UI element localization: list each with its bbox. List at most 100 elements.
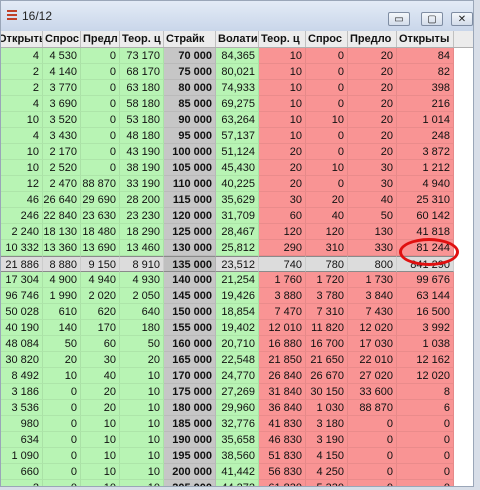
put-theor-price-cell[interactable]: 30 xyxy=(259,192,306,208)
volatility-cell[interactable]: 22,548 xyxy=(216,352,259,368)
put-ask-cell[interactable]: 1 730 xyxy=(348,272,397,288)
call-ask-cell[interactable]: 88 870 xyxy=(81,176,120,192)
call-open-interest-cell[interactable]: 2 xyxy=(1,64,43,80)
volatility-cell[interactable]: 51,124 xyxy=(216,144,259,160)
column-header-call-open-interest[interactable]: Открыты xyxy=(1,31,43,47)
volatility-cell[interactable]: 32,776 xyxy=(216,416,259,432)
put-open-interest-cell[interactable]: 3 992 xyxy=(397,320,454,336)
call-open-interest-cell[interactable]: 2 xyxy=(1,80,43,96)
call-theor-price-cell[interactable]: 28 200 xyxy=(120,192,164,208)
volatility-cell[interactable]: 20,710 xyxy=(216,336,259,352)
put-ask-cell[interactable]: 20 xyxy=(348,96,397,112)
put-bid-cell[interactable]: 4 150 xyxy=(306,448,348,464)
put-ask-cell[interactable]: 27 020 xyxy=(348,368,397,384)
put-open-interest-cell[interactable]: 99 676 xyxy=(397,272,454,288)
call-theor-price-cell[interactable]: 10 xyxy=(120,368,164,384)
column-header-put-bid[interactable]: Спрос xyxy=(306,31,348,47)
put-bid-cell[interactable]: 40 xyxy=(306,208,348,224)
call-ask-cell[interactable]: 2 020 xyxy=(81,288,120,304)
volatility-cell[interactable]: 74,933 xyxy=(216,80,259,96)
call-bid-cell[interactable]: 3 690 xyxy=(43,96,81,112)
put-open-interest-cell[interactable]: 0 xyxy=(397,448,454,464)
put-bid-cell[interactable]: 1 720 xyxy=(306,272,348,288)
table-row[interactable]: 43 430 0 48 180 95 000 57,137 10 0 20 248 xyxy=(1,128,473,144)
strike-cell[interactable]: 90 000 xyxy=(164,112,216,128)
put-open-interest-cell[interactable]: 63 144 xyxy=(397,288,454,304)
put-bid-cell[interactable]: 0 xyxy=(306,80,348,96)
strike-cell[interactable]: 75 000 xyxy=(164,64,216,80)
put-theor-price-cell[interactable]: 56 830 xyxy=(259,464,306,480)
strike-cell[interactable]: 100 000 xyxy=(164,144,216,160)
call-theor-price-cell[interactable]: 48 180 xyxy=(120,128,164,144)
put-open-interest-cell[interactable]: 3 872 xyxy=(397,144,454,160)
table-row[interactable]: 30 820 20 30 20 165 000 22,548 21 850 21 650 22 … xyxy=(1,352,473,368)
call-bid-cell[interactable]: 4 900 xyxy=(43,272,81,288)
put-bid-cell[interactable]: 4 250 xyxy=(306,464,348,480)
call-ask-cell[interactable]: 30 xyxy=(81,352,120,368)
volatility-cell[interactable]: 84,365 xyxy=(216,48,259,64)
put-ask-cell[interactable]: 0 xyxy=(348,416,397,432)
call-bid-cell[interactable]: 0 xyxy=(43,448,81,464)
call-ask-cell[interactable]: 9 150 xyxy=(81,256,120,272)
put-bid-cell[interactable]: 21 650 xyxy=(306,352,348,368)
volatility-cell[interactable]: 44,272 xyxy=(216,480,259,486)
put-bid-cell[interactable]: 0 xyxy=(306,96,348,112)
put-ask-cell[interactable]: 0 xyxy=(348,464,397,480)
column-header-strike[interactable]: Страйк xyxy=(164,31,216,47)
table-row[interactable]: 3 186 0 20 10 175 000 27,269 31 840 30 150 33 60… xyxy=(1,384,473,400)
put-theor-price-cell[interactable]: 10 xyxy=(259,128,306,144)
call-ask-cell[interactable]: 10 xyxy=(81,416,120,432)
put-ask-cell[interactable]: 7 430 xyxy=(348,304,397,320)
strike-cell[interactable]: 95 000 xyxy=(164,128,216,144)
call-ask-cell[interactable]: 18 480 xyxy=(81,224,120,240)
put-bid-cell[interactable]: 0 xyxy=(306,48,348,64)
put-theor-price-cell[interactable]: 10 xyxy=(259,48,306,64)
call-open-interest-cell[interactable]: 8 492 xyxy=(1,368,43,384)
call-theor-price-cell[interactable]: 33 190 xyxy=(120,176,164,192)
call-open-interest-cell[interactable]: 12 xyxy=(1,176,43,192)
column-header-call-ask[interactable]: Предл xyxy=(81,31,120,47)
table-row[interactable]: 201010205 00044,27261 8305 33000 xyxy=(1,480,473,486)
put-open-interest-cell[interactable]: 84 xyxy=(397,48,454,64)
call-theor-price-cell[interactable]: 10 xyxy=(120,432,164,448)
call-theor-price-cell[interactable]: 53 180 xyxy=(120,112,164,128)
call-ask-cell[interactable]: 10 xyxy=(81,448,120,464)
call-open-interest-cell[interactable]: 10 xyxy=(1,144,43,160)
call-ask-cell[interactable]: 23 630 xyxy=(81,208,120,224)
call-bid-cell[interactable]: 610 xyxy=(43,304,81,320)
call-ask-cell[interactable]: 0 xyxy=(81,128,120,144)
put-theor-price-cell[interactable]: 36 840 xyxy=(259,400,306,416)
call-bid-cell[interactable]: 4 530 xyxy=(43,48,81,64)
put-theor-price-cell[interactable]: 26 840 xyxy=(259,368,306,384)
call-theor-price-cell[interactable]: 43 190 xyxy=(120,144,164,160)
put-ask-cell[interactable]: 20 xyxy=(348,64,397,80)
put-ask-cell[interactable]: 20 xyxy=(348,128,397,144)
volatility-cell[interactable]: 63,264 xyxy=(216,112,259,128)
volatility-cell[interactable]: 27,269 xyxy=(216,384,259,400)
call-ask-cell[interactable]: 10 xyxy=(81,480,120,486)
strike-cell[interactable]: 125 000 xyxy=(164,224,216,240)
table-row[interactable]: 12 2 470 88 870 33 190 110 000 40,225 20 0 30 4 9… xyxy=(1,176,473,192)
put-theor-price-cell[interactable]: 21 850 xyxy=(259,352,306,368)
call-bid-cell[interactable]: 3 520 xyxy=(43,112,81,128)
call-bid-cell[interactable]: 140 xyxy=(43,320,81,336)
call-theor-price-cell[interactable]: 10 xyxy=(120,400,164,416)
put-theor-price-cell[interactable]: 20 xyxy=(259,176,306,192)
call-ask-cell[interactable]: 60 xyxy=(81,336,120,352)
put-bid-cell[interactable]: 10 xyxy=(306,160,348,176)
table-row[interactable]: 10 2 170 0 43 190 100 000 51,124 20 0 20 3 872 xyxy=(1,144,473,160)
call-open-interest-cell[interactable]: 634 xyxy=(1,432,43,448)
put-theor-price-cell[interactable]: 16 880 xyxy=(259,336,306,352)
strike-cell[interactable]: 130 000 xyxy=(164,240,216,256)
call-bid-cell[interactable]: 0 xyxy=(43,464,81,480)
call-bid-cell[interactable]: 1 990 xyxy=(43,288,81,304)
put-ask-cell[interactable]: 40 xyxy=(348,192,397,208)
call-theor-price-cell[interactable]: 73 170 xyxy=(120,48,164,64)
strike-cell[interactable]: 135 000 xyxy=(164,256,216,272)
put-ask-cell[interactable]: 33 600 xyxy=(348,384,397,400)
call-bid-cell[interactable]: 2 170 xyxy=(43,144,81,160)
table-row[interactable]: 246 22 840 23 630 23 230 120 000 31,709 60 40 50… xyxy=(1,208,473,224)
put-bid-cell[interactable]: 780 xyxy=(306,256,348,272)
call-bid-cell[interactable]: 18 130 xyxy=(43,224,81,240)
strike-cell[interactable]: 70 000 xyxy=(164,48,216,64)
